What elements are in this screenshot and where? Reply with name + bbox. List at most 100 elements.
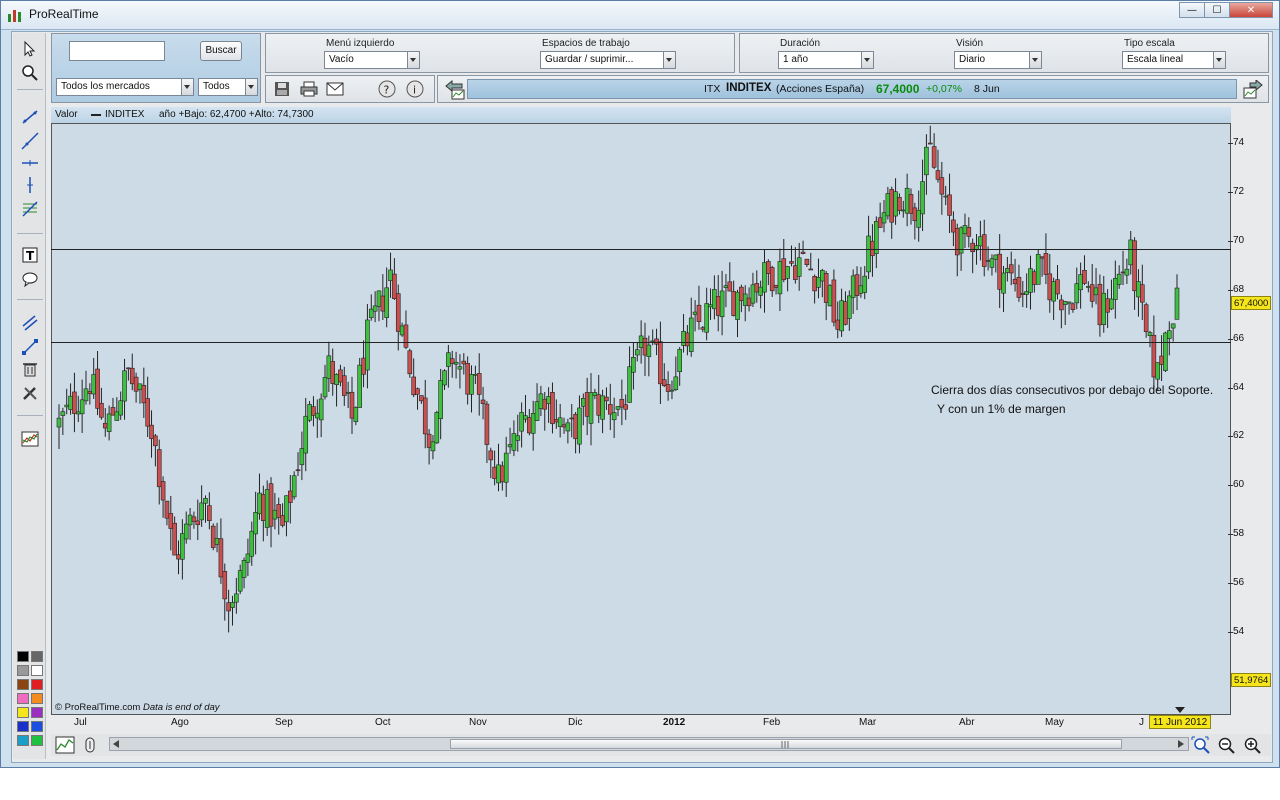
next-chart-icon[interactable] [1242, 80, 1264, 100]
candle-body [164, 500, 170, 519]
left-menu-select[interactable]: Vacío [324, 51, 420, 69]
candle-body [496, 464, 501, 484]
help-icon[interactable]: ? [378, 80, 396, 98]
color-swatch-green[interactable] [31, 735, 43, 746]
time-scrollbar[interactable] [109, 737, 1189, 751]
zoom-in-icon[interactable] [1243, 736, 1263, 754]
color-swatch-orange[interactable] [31, 693, 43, 704]
color-swatch-cyan[interactable] [17, 735, 29, 746]
candle-body [214, 538, 220, 545]
move-points-tool-icon[interactable] [19, 337, 41, 357]
ray-tool-icon[interactable] [19, 131, 41, 151]
candle-body [253, 512, 258, 535]
workspaces-value: Guardar / suprimir... [545, 54, 634, 65]
trash-icon[interactable] [19, 359, 41, 379]
candle-body [1001, 272, 1006, 294]
color-swatch-lightgray[interactable] [17, 665, 29, 676]
color-swatch-pink[interactable] [17, 693, 29, 704]
info-icon[interactable]: i [406, 80, 424, 98]
price-tick-mark [1228, 240, 1233, 242]
minimize-button[interactable]: — [1179, 2, 1205, 18]
comment-tool-icon[interactable] [19, 269, 41, 289]
search-input[interactable] [69, 41, 165, 61]
candle-body [415, 388, 420, 395]
annotation-line-1[interactable]: Cierra dos días consecutivos por debajo … [931, 383, 1213, 397]
candle-body [715, 296, 721, 316]
tools-icon[interactable] [19, 383, 41, 403]
candle-body [877, 217, 883, 228]
vision-select[interactable]: Diario [954, 51, 1042, 69]
candle-body [210, 525, 216, 548]
email-icon[interactable] [326, 82, 344, 96]
candle-body [634, 349, 640, 356]
candle-body [658, 341, 663, 385]
candle-body [893, 191, 898, 217]
zoom-tool-icon[interactable] [19, 63, 41, 83]
close-button[interactable]: ✕ [1229, 2, 1273, 18]
credit-site: © ProRealTime.com [55, 702, 141, 713]
candle-body [939, 177, 945, 195]
zoom-fit-icon[interactable] [1191, 736, 1211, 754]
maximize-button[interactable]: ☐ [1204, 2, 1230, 18]
candle-body [1163, 332, 1168, 371]
indicator-chart-icon[interactable] [19, 429, 41, 449]
color-swatch-mediumblue[interactable] [31, 721, 43, 732]
previous-chart-icon[interactable] [444, 80, 466, 100]
candle-body [453, 361, 459, 365]
print-icon[interactable] [300, 81, 318, 97]
scroll-thumb[interactable] [450, 739, 1122, 749]
candle-body [276, 504, 282, 518]
color-swatch-red[interactable] [31, 679, 43, 690]
candle-body [187, 514, 193, 526]
type-select-value: Todos [203, 81, 230, 92]
search-button[interactable]: Buscar [200, 41, 242, 61]
candle-body [442, 370, 447, 386]
candle-body [322, 377, 328, 398]
duration-select[interactable]: 1 año [778, 51, 874, 69]
candle-body [912, 207, 918, 222]
channel-tool-icon[interactable] [19, 313, 41, 333]
candle-body [500, 465, 505, 483]
candle-body [434, 412, 440, 444]
candle-body [411, 376, 416, 396]
color-swatch-white[interactable] [31, 665, 43, 676]
candle-body [719, 290, 725, 318]
candle-body [584, 392, 590, 417]
scale-type-select[interactable]: Escala lineal [1122, 51, 1226, 69]
color-swatch-blue[interactable] [17, 721, 29, 732]
grip-icon [781, 741, 789, 748]
trendline-tool-icon[interactable] [19, 107, 41, 127]
vertical-line-tool-icon[interactable] [19, 175, 41, 195]
candle-body [1155, 362, 1161, 380]
time-tick-label: Mar [859, 717, 877, 728]
data-credit: © ProRealTime.com Data is end of day [55, 702, 220, 713]
color-swatch-purple[interactable] [31, 707, 43, 718]
candle-body [777, 261, 783, 295]
type-select[interactable]: Todos [198, 78, 258, 96]
horizontal-line-tool-icon[interactable] [19, 153, 41, 173]
zoom-out-icon[interactable] [1217, 736, 1237, 754]
color-swatch-yellow[interactable] [17, 707, 29, 718]
color-swatch-brown[interactable] [17, 679, 29, 690]
chart-type-icon[interactable] [55, 736, 75, 754]
candle-body [488, 450, 494, 461]
workspaces-select[interactable]: Guardar / suprimir... [540, 51, 676, 69]
resistance-line[interactable] [51, 249, 1231, 250]
save-icon[interactable] [274, 81, 290, 97]
candle-body [781, 258, 787, 281]
candle-body [172, 522, 177, 556]
candle-body [438, 380, 443, 419]
candle-body [345, 391, 351, 394]
scroll-right-icon[interactable] [1178, 740, 1184, 748]
pointer-tool-icon[interactable] [19, 39, 41, 59]
fibonacci-tool-icon[interactable] [19, 199, 41, 219]
color-swatch-gray[interactable] [31, 651, 43, 662]
scroll-left-icon[interactable] [113, 740, 119, 748]
scroll-lock-icon[interactable] [83, 736, 97, 754]
market-select[interactable]: Todos los mercados [56, 78, 194, 96]
candle-body [361, 357, 366, 375]
color-swatch-black[interactable] [17, 651, 29, 662]
support-line[interactable] [51, 342, 1231, 343]
annotation-line-2[interactable]: Y con un 1% de margen [937, 402, 1066, 416]
text-tool-icon[interactable]: T [19, 245, 41, 265]
